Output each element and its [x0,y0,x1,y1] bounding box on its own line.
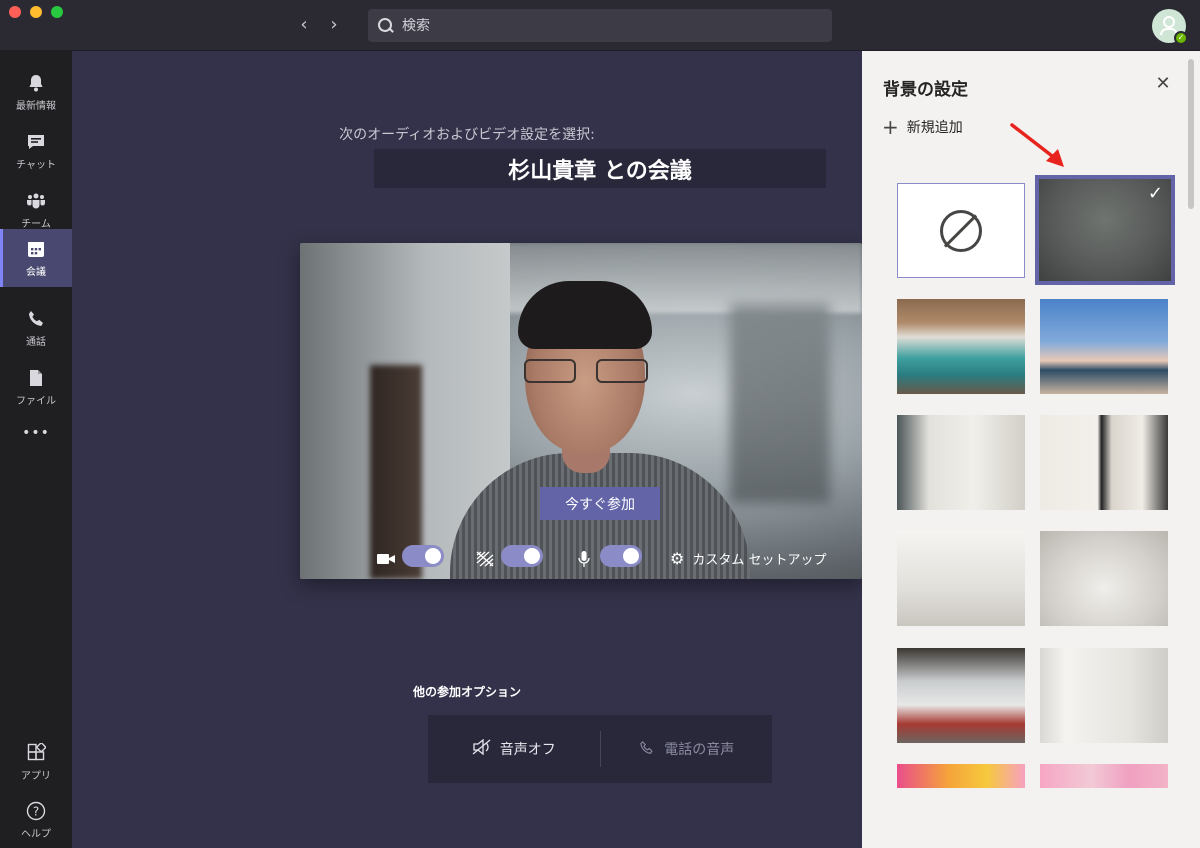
phone-icon [25,308,47,330]
sidebar-item-more[interactable]: ••• [0,406,72,462]
sidebar-item-label: アプリ [21,771,51,782]
background-effects-toggle[interactable] [501,545,543,567]
phone-audio-button[interactable]: 電話の音声 [601,715,773,783]
background-option-loft-room[interactable] [1040,415,1168,510]
svg-text:?: ? [33,805,39,819]
title-bar: ‹ › ✓ [0,0,1200,51]
video-preview: 今すぐ参加 ⚙ カスタム セットアップ [300,243,862,579]
sidebar-item-apps[interactable]: アプリ [0,733,72,791]
sidebar-item-label: 通話 [26,337,46,348]
add-new-background-button[interactable]: + 新規追加 [882,117,963,137]
apps-icon [25,742,47,764]
phone-icon [638,740,656,759]
background-option-pink-balloons[interactable] [1040,764,1168,788]
prejoin-subtitle: 次のオーディオおよびビデオ設定を選択: [339,127,595,143]
background-settings-panel: 背景の設定 ✕ + 新規追加 ✓ [862,51,1200,848]
background-option-none[interactable] [897,183,1025,278]
close-icon[interactable]: ✕ [1152,73,1174,95]
meeting-prejoin-stage: 次のオーディオおよびビデオ設定を選択: 杉山貴章 との会議 今すぐ参加 ⚙ カス… [72,51,862,848]
background-option-blur[interactable]: ✓ [1035,175,1175,285]
help-icon: ? [25,800,47,822]
sidebar-item-label: ヘルプ [21,829,51,840]
bell-icon [25,72,47,94]
back-arrow-icon[interactable]: ‹ [294,14,314,36]
app-bar: 最新情報 チャット チーム 会議 通話 ファイル ••• アプリ ? ヘルプ [0,51,72,848]
background-option-office[interactable] [897,299,1025,394]
plus-icon: + [882,115,899,139]
panel-scrollbar[interactable] [1188,59,1194,209]
no-background-icon [940,209,982,252]
audio-off-label: 音声オフ [499,742,556,758]
chat-icon [25,131,47,153]
more-dots-icon: ••• [22,424,50,441]
background-option-balloons[interactable] [897,764,1025,788]
phone-audio-label: 電話の音声 [664,742,735,758]
media-controls: ⚙ カスタム セットアップ [300,539,862,579]
sidebar-item-meetings[interactable]: 会議 [0,229,72,287]
camera-icon [376,551,396,567]
other-join-options: 音声オフ 電話の音声 [428,715,772,783]
avatar[interactable]: ✓ [1152,9,1188,45]
sidebar-item-activity[interactable]: 最新情報 [0,63,72,121]
custom-setup-label: カスタム セットアップ [692,552,827,568]
background-option-studio-room[interactable] [1040,531,1168,626]
teams-icon [25,190,47,212]
person-icon [1163,16,1175,28]
checkmark-icon: ✓ [1147,183,1163,204]
zoom-window-button[interactable] [51,6,63,18]
background-option-white-room[interactable] [897,415,1025,510]
microphone-icon [574,551,594,567]
join-now-button[interactable]: 今すぐ参加 [540,487,660,520]
custom-setup-button[interactable]: ⚙ カスタム セットアップ [670,547,826,569]
background-option-open-office[interactable] [897,648,1025,743]
sidebar-item-label: チャット [16,160,56,171]
search-bar[interactable] [368,9,832,42]
forward-arrow-icon[interactable]: › [324,14,344,36]
close-window-button[interactable] [9,6,21,18]
search-input[interactable] [402,17,802,34]
file-icon [25,367,47,389]
sidebar-item-label: ファイル [16,396,56,407]
background-option-stairs-room[interactable] [897,531,1025,626]
sidebar-item-label: 最新情報 [16,101,56,112]
other-join-options-title: 他の参加オプション [412,685,521,699]
sidebar-item-label: チーム [21,219,51,230]
minimize-window-button[interactable] [30,6,42,18]
sidebar-item-chat[interactable]: チャット [0,122,72,180]
background-option-beach[interactable] [1040,299,1168,394]
speaker-muted-icon [472,738,492,759]
background-blur-icon [475,551,495,567]
camera-toggle[interactable] [402,545,444,567]
calendar-icon [25,238,47,260]
gear-icon: ⚙ [670,548,685,568]
sidebar-item-label: 会議 [26,267,46,278]
presence-available-icon: ✓ [1174,31,1188,45]
meeting-title: 杉山貴章 との会議 [374,149,826,188]
sidebar-item-calls[interactable]: 通話 [0,299,72,357]
microphone-toggle[interactable] [600,545,642,567]
background-option-bright-room[interactable] [1040,648,1168,743]
panel-title: 背景の設定 [883,80,968,100]
annotation-arrow-icon [1010,123,1064,167]
sidebar-item-help[interactable]: ? ヘルプ [0,791,72,848]
add-new-label: 新規追加 [906,120,963,136]
search-icon [378,17,394,34]
audio-off-button[interactable]: 音声オフ [428,715,600,783]
